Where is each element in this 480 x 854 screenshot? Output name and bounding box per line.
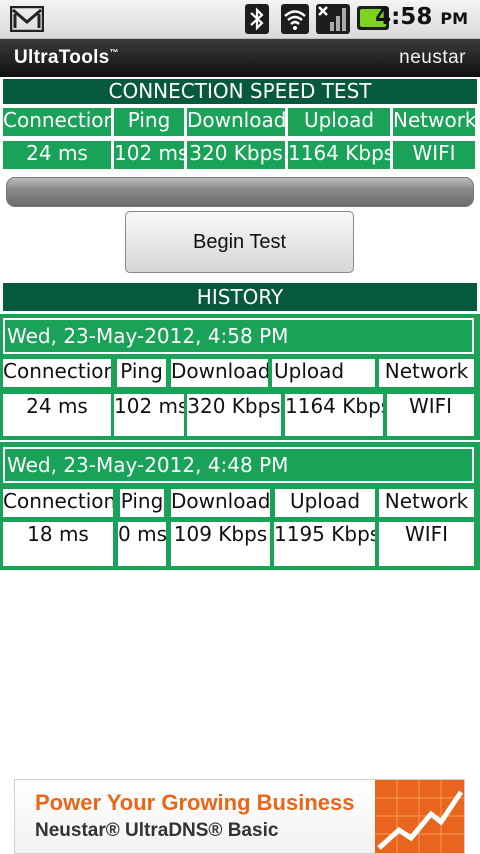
status-bar: 4:58 PM <box>0 0 480 39</box>
history-col-network: Network <box>379 359 474 387</box>
clock: 4:58 PM <box>375 4 468 30</box>
bluetooth-icon <box>245 4 269 34</box>
test-progress-bar <box>6 177 474 207</box>
history-value-ping: 102 ms <box>114 394 184 436</box>
speed-test-value-row: 24 ms 102 ms 320 Kbps 1164 Kbps WIFI <box>0 141 480 169</box>
history-entry: Wed, 23-May-2012, 4:48 PM Connection Pin… <box>0 442 480 570</box>
history-value-upload: 1195 Kbps <box>274 522 375 566</box>
neustar-logo: neustar <box>399 47 466 68</box>
col-ping: Ping <box>114 108 184 136</box>
app-title-text: UltraTools <box>14 47 110 68</box>
col-connection: Connection <box>3 108 111 136</box>
trademark: ™ <box>109 47 119 58</box>
speed-test-header-row: Connection Ping Download Upload Network <box>0 108 480 136</box>
gmail-icon[interactable] <box>10 6 44 32</box>
growth-chart-icon <box>375 780 464 853</box>
speed-test-title: CONNECTION SPEED TEST <box>3 79 477 104</box>
history-value-ping: 0 ms <box>118 522 166 566</box>
value-network: WIFI <box>393 141 475 169</box>
col-download: Download <box>187 108 285 136</box>
ad-headline: Power Your Growing Business <box>35 790 355 815</box>
value-ping: 102 ms <box>114 141 184 169</box>
col-upload: Upload <box>288 108 390 136</box>
history-col-ping: Ping <box>117 359 166 387</box>
history-entry-date: Wed, 23-May-2012, 4:58 PM <box>3 318 474 354</box>
history-value-download: 109 Kbps <box>171 522 270 566</box>
app-title: UltraTools™ <box>14 47 119 69</box>
history-value-network: WIFI <box>387 394 474 436</box>
history-entry-date: Wed, 23-May-2012, 4:48 PM <box>3 447 474 483</box>
value-upload: 1164 Kbps <box>288 141 390 169</box>
value-download: 320 Kbps <box>187 141 285 169</box>
history-entry: Wed, 23-May-2012, 4:58 PM Connection Pin… <box>0 314 480 440</box>
history-title: HISTORY <box>3 283 477 311</box>
signal-icon <box>316 4 350 34</box>
history-value-network: WIFI <box>379 522 474 566</box>
history-col-connection: Connection <box>3 359 111 387</box>
history-value-download: 320 Kbps <box>187 394 281 436</box>
history-value-connection: 24 ms <box>3 394 111 436</box>
ad-subline: Neustar® UltraDNS® Basic <box>35 820 279 841</box>
history-col-upload: Upload <box>272 359 375 387</box>
history-value-upload: 1164 Kbps <box>285 394 383 436</box>
history-col-download: Download <box>171 489 270 517</box>
clock-time: 4:58 <box>375 4 433 30</box>
history-col-upload: Upload <box>275 489 375 517</box>
history-col-network: Network <box>379 489 474 517</box>
value-connection: 24 ms <box>3 141 111 169</box>
begin-test-button[interactable]: Begin Test <box>125 211 354 273</box>
history-col-ping: Ping <box>120 489 164 517</box>
col-network: Network <box>393 108 475 136</box>
wifi-icon <box>281 4 309 34</box>
history-col-connection: Connection <box>3 489 113 517</box>
ad-banner[interactable]: Power Your Growing Business Neustar® Ult… <box>14 779 465 854</box>
history-col-download: Download <box>171 359 268 387</box>
app-header: UltraTools™ neustar <box>0 39 480 77</box>
history-value-connection: 18 ms <box>3 522 113 566</box>
clock-ampm: PM <box>440 9 468 28</box>
